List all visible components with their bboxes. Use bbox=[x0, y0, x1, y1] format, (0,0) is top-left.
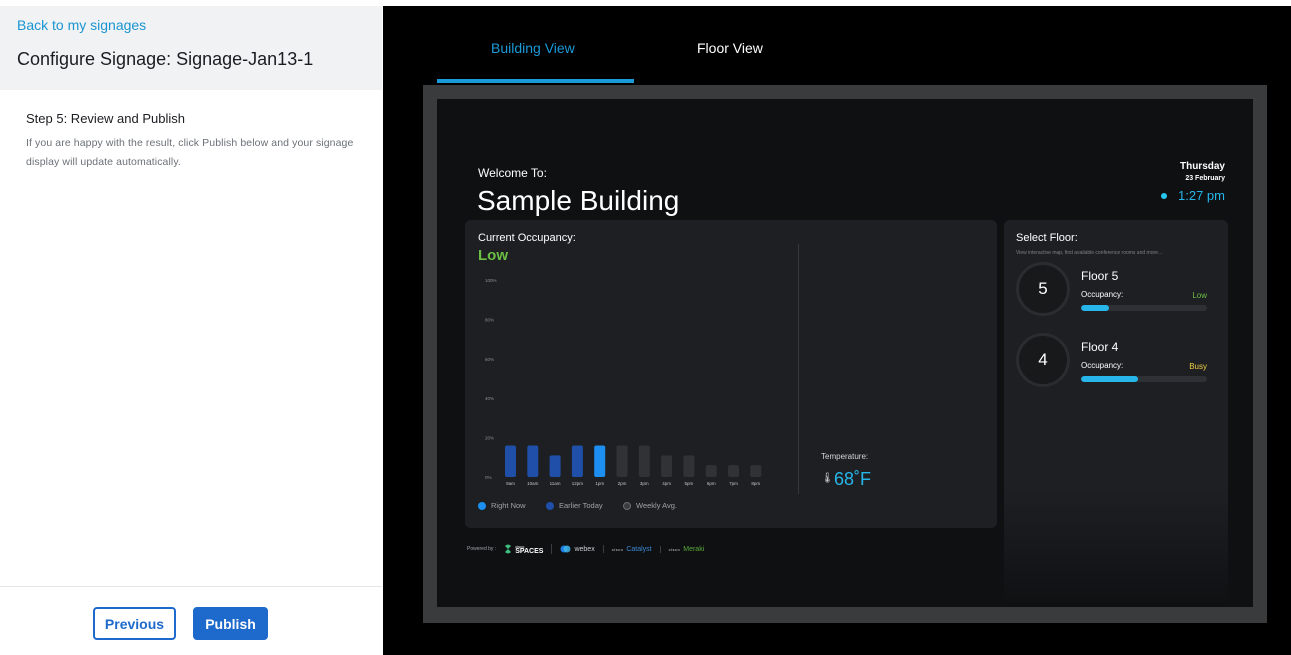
x-tick-label: 12pm bbox=[572, 481, 584, 486]
chart-bar bbox=[705, 465, 717, 477]
floor-name: Floor 4 bbox=[1081, 340, 1119, 354]
select-floor-card: Select Floor: View interactive map, find… bbox=[1004, 220, 1228, 607]
x-tick-label: 7pm bbox=[729, 481, 738, 486]
y-tick-label: 80% bbox=[485, 317, 494, 322]
card-divider bbox=[798, 244, 799, 494]
brand-name: Catalyst bbox=[626, 545, 652, 553]
floor-number-badge[interactable]: 4 bbox=[1016, 333, 1070, 387]
y-tick-label: 40% bbox=[485, 396, 494, 401]
floor-occupancy-bar bbox=[1081, 376, 1207, 382]
time-label: 1:27 pm bbox=[1178, 188, 1225, 203]
x-tick-label: 11am bbox=[550, 481, 561, 486]
welcome-label: Welcome To: bbox=[478, 166, 547, 180]
signage-screen: Welcome To: Sample Building Thursday 23 … bbox=[437, 99, 1253, 607]
chart-bar bbox=[571, 445, 583, 477]
brand-name: Meraki bbox=[683, 545, 705, 553]
brand-prefix: cisco bbox=[668, 546, 681, 552]
chart-bar bbox=[661, 455, 673, 477]
footer-divider bbox=[0, 586, 382, 587]
floor-number-badge[interactable]: 5 bbox=[1016, 262, 1070, 316]
spaces-logo-icon bbox=[505, 544, 512, 554]
temperature-label: Temperature: bbox=[821, 452, 869, 461]
occupancy-chart: 0% 20% 40% 60% 80% 100% 9am 10am 11am 12pm 1pm 2pm 3… bbox=[485, 278, 762, 486]
chart-bar bbox=[527, 445, 539, 477]
select-floor-title: Select Floor: bbox=[1016, 232, 1078, 244]
step-title: Step 5: Review and Publish bbox=[26, 111, 185, 126]
time-indicator-icon bbox=[1161, 193, 1167, 199]
powered-by-label: Powered by : bbox=[467, 546, 497, 552]
publish-button[interactable]: Publish bbox=[193, 607, 268, 640]
x-tick-label: 1pm bbox=[595, 481, 604, 486]
cisco-logo-icon: cisco Catalyst bbox=[611, 545, 661, 553]
active-tab-indicator bbox=[437, 79, 634, 83]
powered-by-bar: Powered by : cisco SPACES webex cisco Ca… bbox=[467, 537, 712, 561]
brand-name: SPACES bbox=[515, 548, 544, 555]
chart-bar bbox=[728, 465, 739, 477]
x-tick-label: 10am bbox=[527, 481, 539, 486]
chart-bar bbox=[549, 455, 561, 477]
occupancy-card: Current Occupancy: Low 0% 20% 40% 60% 80% 100… bbox=[465, 220, 997, 528]
back-to-signages-link[interactable]: Back to my signages bbox=[17, 17, 146, 33]
legend-label: Weekly Avg. bbox=[636, 501, 677, 510]
config-panel: Back to my signages Configure Signage: S… bbox=[0, 0, 382, 655]
x-tick-label: 9am bbox=[506, 481, 515, 486]
brand-name: webex bbox=[574, 545, 595, 553]
x-tick-label: 4pm bbox=[662, 481, 671, 486]
chart-bar bbox=[616, 445, 628, 477]
signage-preview: Building View Floor View Welcome To: Sam… bbox=[383, 6, 1291, 655]
y-tick-label: 60% bbox=[485, 357, 494, 362]
chart-bar bbox=[750, 465, 762, 477]
date-label: 23 February bbox=[1185, 175, 1225, 182]
floor-occupancy-bar bbox=[1081, 305, 1207, 311]
x-tick-label: 2pm bbox=[618, 481, 627, 486]
floor-name: Floor 5 bbox=[1081, 269, 1119, 283]
floor-occupancy-label: Occupancy: bbox=[1081, 290, 1124, 299]
y-tick-label: 100% bbox=[485, 278, 497, 283]
step-description: If you are happy with the result, click … bbox=[26, 137, 354, 168]
legend-label: Earlier Today bbox=[559, 501, 603, 510]
x-tick-label: 3pm bbox=[640, 481, 649, 486]
chart-bar bbox=[683, 455, 695, 477]
floor-occupancy-bar-fill bbox=[1081, 376, 1138, 382]
page-title: Configure Signage: Signage-Jan13-1 bbox=[17, 49, 314, 69]
chart-bar bbox=[594, 445, 606, 477]
floor-occupancy-status: Low bbox=[1192, 291, 1207, 300]
webex-logo-icon bbox=[560, 545, 571, 553]
floor-occupancy-status: Busy bbox=[1189, 362, 1207, 371]
y-tick-label: 20% bbox=[485, 436, 494, 441]
webex-logo-icon: webex bbox=[560, 545, 604, 553]
thermometer-icon: 🌡 bbox=[821, 473, 834, 484]
floor-occupancy-label: Occupancy: bbox=[1081, 361, 1124, 370]
y-tick-label: 0% bbox=[485, 475, 492, 480]
temperature-value: 68˚F bbox=[834, 469, 872, 489]
x-tick-label: 8pm bbox=[751, 481, 760, 486]
brand-prefix: cisco bbox=[611, 546, 624, 552]
config-header: Back to my signages Configure Signage: S… bbox=[0, 6, 382, 90]
x-tick-label: 6pm bbox=[707, 481, 716, 486]
legend-weekly-avg: Weekly Avg. bbox=[623, 501, 677, 510]
legend-dot-icon bbox=[623, 501, 631, 510]
legend-label: Right Now bbox=[491, 501, 526, 510]
x-tick-label: 5pm bbox=[685, 481, 694, 486]
cisco-logo-icon: cisco Meraki bbox=[669, 546, 713, 553]
day-label: Thursday bbox=[1179, 161, 1225, 172]
previous-button[interactable]: Previous bbox=[93, 607, 176, 640]
chart-bar bbox=[505, 445, 516, 477]
building-name: Sample Building bbox=[477, 185, 680, 216]
legend-right-now: Right Now bbox=[478, 501, 526, 510]
spaces-logo-icon: cisco SPACES bbox=[504, 544, 553, 555]
legend-dot-icon bbox=[546, 501, 554, 510]
chart-bar bbox=[638, 445, 650, 477]
display-frame: Welcome To: Sample Building Thursday 23 … bbox=[423, 85, 1267, 623]
legend-dot-icon bbox=[478, 501, 486, 510]
select-floor-subtitle: View interactive map, find available con… bbox=[1016, 250, 1163, 256]
floor-occupancy-bar-fill bbox=[1081, 305, 1109, 311]
tab-floor-view[interactable]: Floor View bbox=[697, 40, 763, 56]
legend-earlier-today: Earlier Today bbox=[546, 501, 603, 510]
tab-building-view[interactable]: Building View bbox=[491, 40, 575, 56]
